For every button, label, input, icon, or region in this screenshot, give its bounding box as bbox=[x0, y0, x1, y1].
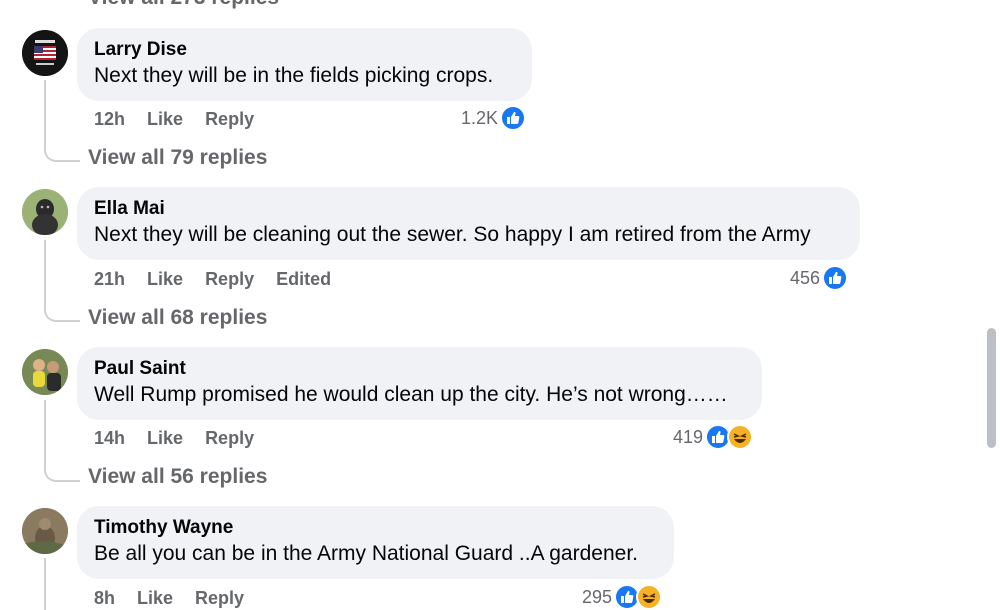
reaction-count: 419 bbox=[673, 426, 704, 447]
comment-bubble: Larry Dise Next they will be in the fiel… bbox=[77, 28, 532, 101]
comment-actions: 8h Like Reply bbox=[94, 587, 244, 609]
scrollbar-thumb[interactable] bbox=[987, 328, 996, 448]
edited-label[interactable]: Edited bbox=[276, 268, 331, 290]
comment-text: Next they will be cleaning out the sewer… bbox=[94, 223, 811, 246]
thread-elbow bbox=[44, 280, 80, 322]
comment-text: Next they will be in the fields picking … bbox=[94, 64, 494, 87]
comment-timestamp[interactable]: 14h bbox=[94, 427, 125, 449]
comment-bubble: Ella Mai Next they will be cleaning out … bbox=[77, 187, 860, 260]
view-replies-link[interactable]: View all 68 replies bbox=[88, 306, 267, 330]
reaction-count: 1.2K bbox=[461, 107, 499, 128]
reaction-count: 295 bbox=[582, 586, 613, 607]
thread-elbow bbox=[44, 120, 80, 162]
comment-author[interactable]: Timothy Wayne bbox=[94, 516, 657, 540]
comment-timestamp[interactable]: 21h bbox=[94, 268, 125, 290]
comment-author[interactable]: Larry Dise bbox=[94, 38, 515, 62]
haha-icon bbox=[636, 584, 663, 610]
like-button[interactable]: Like bbox=[147, 268, 183, 290]
comment-actions: 12h Like Reply bbox=[94, 108, 254, 130]
avatar[interactable] bbox=[22, 508, 68, 554]
comment-text: Be all you can be in the Army National G… bbox=[94, 542, 638, 565]
reaction-summary[interactable]: 419 bbox=[673, 424, 754, 450]
comment-actions: 21h Like Reply Edited bbox=[94, 268, 331, 290]
comment-author[interactable]: Ella Mai bbox=[94, 197, 843, 221]
reaction-count: 456 bbox=[790, 267, 821, 288]
thread-line bbox=[44, 558, 46, 610]
reply-button[interactable]: Reply bbox=[205, 268, 254, 290]
reaction-summary[interactable]: 456 bbox=[790, 265, 849, 291]
reaction-summary[interactable]: 295 bbox=[582, 584, 663, 610]
like-button[interactable]: Like bbox=[147, 108, 183, 130]
view-replies-link[interactable]: View all 56 replies bbox=[88, 465, 267, 489]
like-button[interactable]: Like bbox=[147, 427, 183, 449]
avatar[interactable] bbox=[22, 189, 68, 235]
comment-author[interactable]: Paul Saint bbox=[94, 357, 745, 381]
comment-text: Well Rump promised he would clean up the… bbox=[94, 383, 728, 406]
avatar[interactable] bbox=[22, 349, 68, 395]
reply-button[interactable]: Reply bbox=[205, 427, 254, 449]
comment-bubble: Paul Saint Well Rump promised he would c… bbox=[77, 347, 762, 420]
haha-icon bbox=[727, 424, 754, 450]
view-replies-link-partial[interactable]: View all 273 replies bbox=[88, 0, 279, 10]
like-icon bbox=[500, 105, 527, 131]
like-icon bbox=[822, 265, 849, 291]
comment-timestamp[interactable]: 12h bbox=[94, 108, 125, 130]
view-replies-link[interactable]: View all 79 replies bbox=[88, 146, 267, 170]
reply-button[interactable]: Reply bbox=[205, 108, 254, 130]
thread-elbow bbox=[44, 440, 80, 482]
comment-timestamp[interactable]: 8h bbox=[94, 587, 115, 609]
avatar[interactable] bbox=[22, 30, 68, 76]
comment-actions: 14h Like Reply bbox=[94, 427, 254, 449]
like-button[interactable]: Like bbox=[137, 587, 173, 609]
reaction-summary[interactable]: 1.2K bbox=[461, 105, 527, 131]
reply-button[interactable]: Reply bbox=[195, 587, 244, 609]
comment-bubble: Timothy Wayne Be all you can be in the A… bbox=[77, 506, 674, 579]
